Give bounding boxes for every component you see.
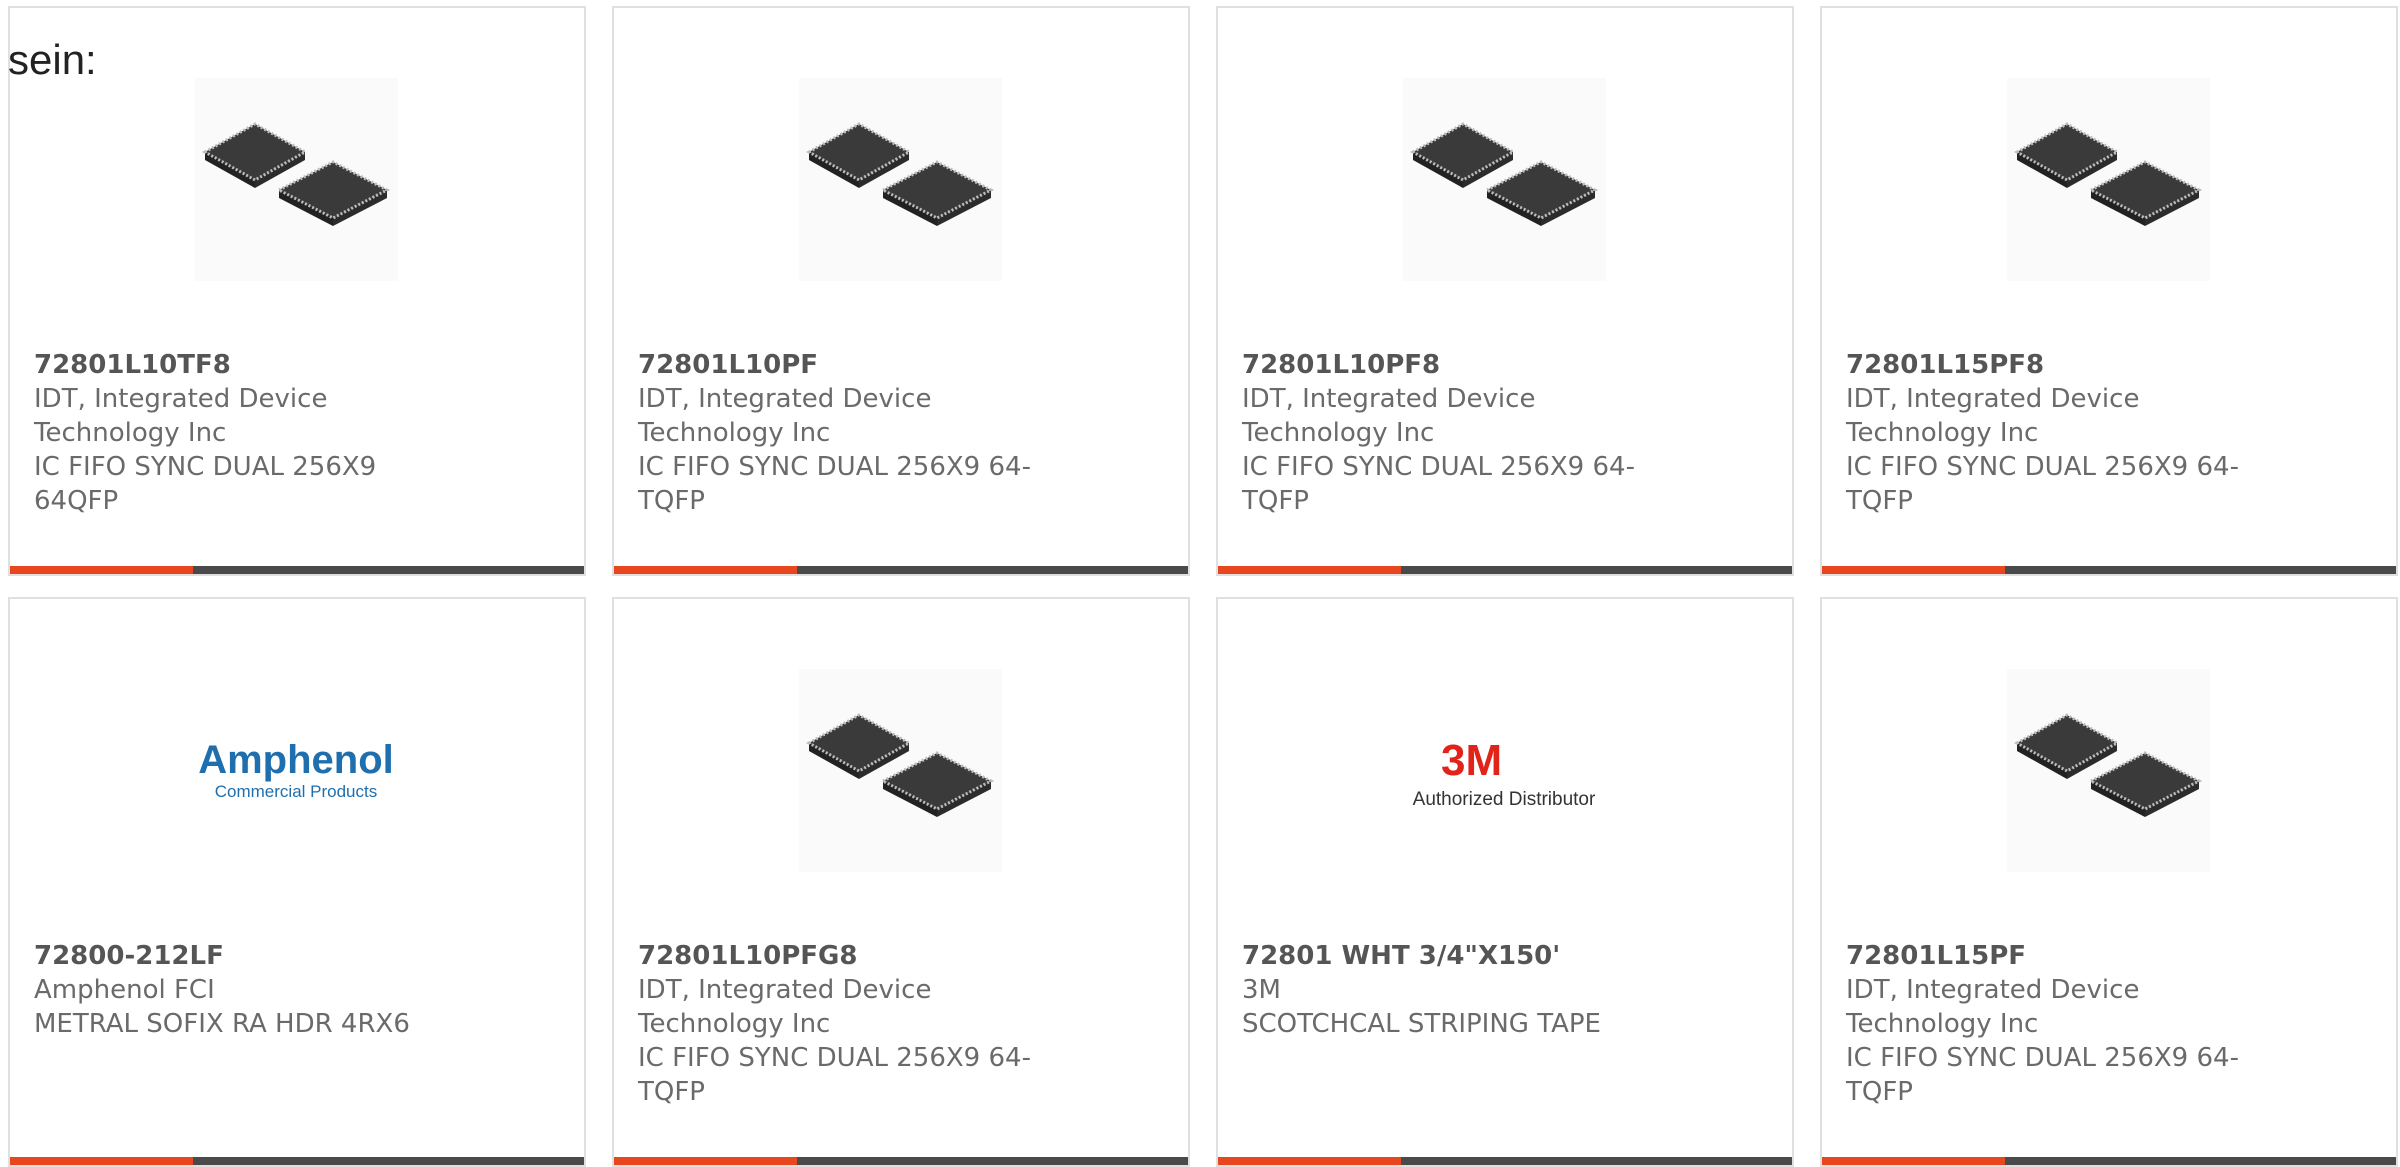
accent-bar: [614, 566, 797, 574]
logo-tagline: Authorized Distributor: [1413, 789, 1596, 810]
product-info: 72801L10PF IDT, Integrated Device Techno…: [638, 348, 1038, 518]
manufacturer-line: Technology Inc: [1846, 1009, 2039, 1039]
accent-bar: [10, 566, 193, 574]
card-bottom-bar: [614, 1157, 1188, 1165]
part-number-link[interactable]: 72801L10PFG8: [638, 939, 1038, 973]
logo-wordmark: Amphenol: [198, 738, 394, 782]
accent-bar: [1218, 1157, 1401, 1165]
manufacturer-line: IDT, Integrated Device: [1846, 975, 2140, 1005]
ic-chip-image[interactable]: [2007, 669, 2210, 872]
manufacturer-line: Technology Inc: [638, 1009, 831, 1039]
3m-logo[interactable]: 3M Authorized Distributor: [1403, 669, 1606, 872]
description-line: TQFP: [1846, 1077, 1913, 1107]
description-line: IC FIFO SYNC DUAL 256X9 64-: [1242, 452, 1635, 482]
manufacturer-line: 3M: [1242, 975, 1281, 1005]
accent-bar: [614, 1157, 797, 1165]
product-info: 72801L15PF8 IDT, Integrated Device Techn…: [1846, 348, 2246, 518]
part-number-link[interactable]: 72801L15PF8: [1846, 348, 2246, 382]
product-card[interactable]: 3M Authorized Distributor 72801 WHT 3/4"…: [1216, 597, 1794, 1167]
part-number-link[interactable]: 72801L10PF8: [1242, 348, 1642, 382]
accent-bar: [10, 1157, 193, 1165]
ic-chip-image[interactable]: [799, 669, 1002, 872]
manufacturer-line: IDT, Integrated Device: [638, 975, 932, 1005]
description-line: IC FIFO SYNC DUAL 256X9 64-: [638, 1043, 1031, 1073]
card-bottom-bar: [1822, 1157, 2396, 1165]
logo-wordmark: 3M: [1441, 736, 1502, 785]
manufacturer-line: Technology Inc: [34, 418, 227, 448]
product-card[interactable]: 72801L10TF8 IDT, Integrated Device Techn…: [8, 6, 586, 576]
product-info: 72801L10PFG8 IDT, Integrated Device Tech…: [638, 939, 1038, 1109]
product-info: 72800-212LF Amphenol FCI METRAL SOFIX RA…: [34, 939, 434, 1041]
description-line: 64QFP: [34, 486, 119, 516]
product-card[interactable]: 72801L10PF8 IDT, Integrated Device Techn…: [1216, 6, 1794, 576]
accent-bar: [1822, 566, 2005, 574]
description-line: IC FIFO SYNC DUAL 256X9: [34, 452, 377, 482]
manufacturer-line: Technology Inc: [638, 418, 831, 448]
description-line: METRAL SOFIX RA HDR 4RX6: [34, 1009, 410, 1039]
product-info: 72801L10TF8 IDT, Integrated Device Techn…: [34, 348, 434, 518]
amphenol-logo[interactable]: Amphenol Commercial Products: [195, 669, 398, 872]
intro-text: sein:: [8, 36, 97, 83]
manufacturer-line: IDT, Integrated Device: [34, 384, 328, 414]
card-bottom-bar: [1218, 566, 1792, 574]
description-line: IC FIFO SYNC DUAL 256X9 64-: [1846, 1043, 2239, 1073]
card-bottom-bar: [10, 1157, 584, 1165]
card-bottom-bar: [10, 566, 584, 574]
product-info: 72801 WHT 3/4"X150' 3M SCOTCHCAL STRIPIN…: [1242, 939, 1642, 1041]
product-card[interactable]: 72801L10PFG8 IDT, Integrated Device Tech…: [612, 597, 1190, 1167]
part-number-link[interactable]: 72801 WHT 3/4"X150': [1242, 939, 1642, 973]
part-number-link[interactable]: 72801L10PF: [638, 348, 1038, 382]
description-line: IC FIFO SYNC DUAL 256X9 64-: [638, 452, 1031, 482]
product-card[interactable]: Amphenol Commercial Products 72800-212LF…: [8, 597, 586, 1167]
accent-bar: [1822, 1157, 2005, 1165]
card-bottom-bar: [614, 566, 1188, 574]
manufacturer-line: Technology Inc: [1846, 418, 2039, 448]
card-bottom-bar: [1218, 1157, 1792, 1165]
manufacturer-line: Technology Inc: [1242, 418, 1435, 448]
product-card[interactable]: 72801L15PF8 IDT, Integrated Device Techn…: [1820, 6, 2398, 576]
ic-chip-image[interactable]: [1403, 78, 1606, 281]
card-bottom-bar: [1822, 566, 2396, 574]
product-card[interactable]: 72801L10PF IDT, Integrated Device Techno…: [612, 6, 1190, 576]
part-number-link[interactable]: 72801L10TF8: [34, 348, 434, 382]
manufacturer-line: Amphenol FCI: [34, 975, 215, 1005]
description-line: SCOTCHCAL STRIPING TAPE: [1242, 1009, 1601, 1039]
ic-chip-image[interactable]: [799, 78, 1002, 281]
ic-chip-image[interactable]: [2007, 78, 2210, 281]
accent-bar: [1218, 566, 1401, 574]
manufacturer-line: IDT, Integrated Device: [638, 384, 932, 414]
description-line: TQFP: [638, 1077, 705, 1107]
description-line: TQFP: [1846, 486, 1913, 516]
product-card[interactable]: 72801L15PF IDT, Integrated Device Techno…: [1820, 597, 2398, 1167]
manufacturer-line: IDT, Integrated Device: [1242, 384, 1536, 414]
manufacturer-line: IDT, Integrated Device: [1846, 384, 2140, 414]
product-grid: 72801L10TF8 IDT, Integrated Device Techn…: [8, 6, 2398, 1167]
part-number-link[interactable]: 72800-212LF: [34, 939, 434, 973]
description-line: TQFP: [1242, 486, 1309, 516]
description-line: TQFP: [638, 486, 705, 516]
ic-chip-image[interactable]: [195, 78, 398, 281]
part-number-link[interactable]: 72801L15PF: [1846, 939, 2246, 973]
logo-tagline: Commercial Products: [215, 782, 378, 801]
description-line: IC FIFO SYNC DUAL 256X9 64-: [1846, 452, 2239, 482]
product-info: 72801L15PF IDT, Integrated Device Techno…: [1846, 939, 2246, 1109]
product-info: 72801L10PF8 IDT, Integrated Device Techn…: [1242, 348, 1642, 518]
